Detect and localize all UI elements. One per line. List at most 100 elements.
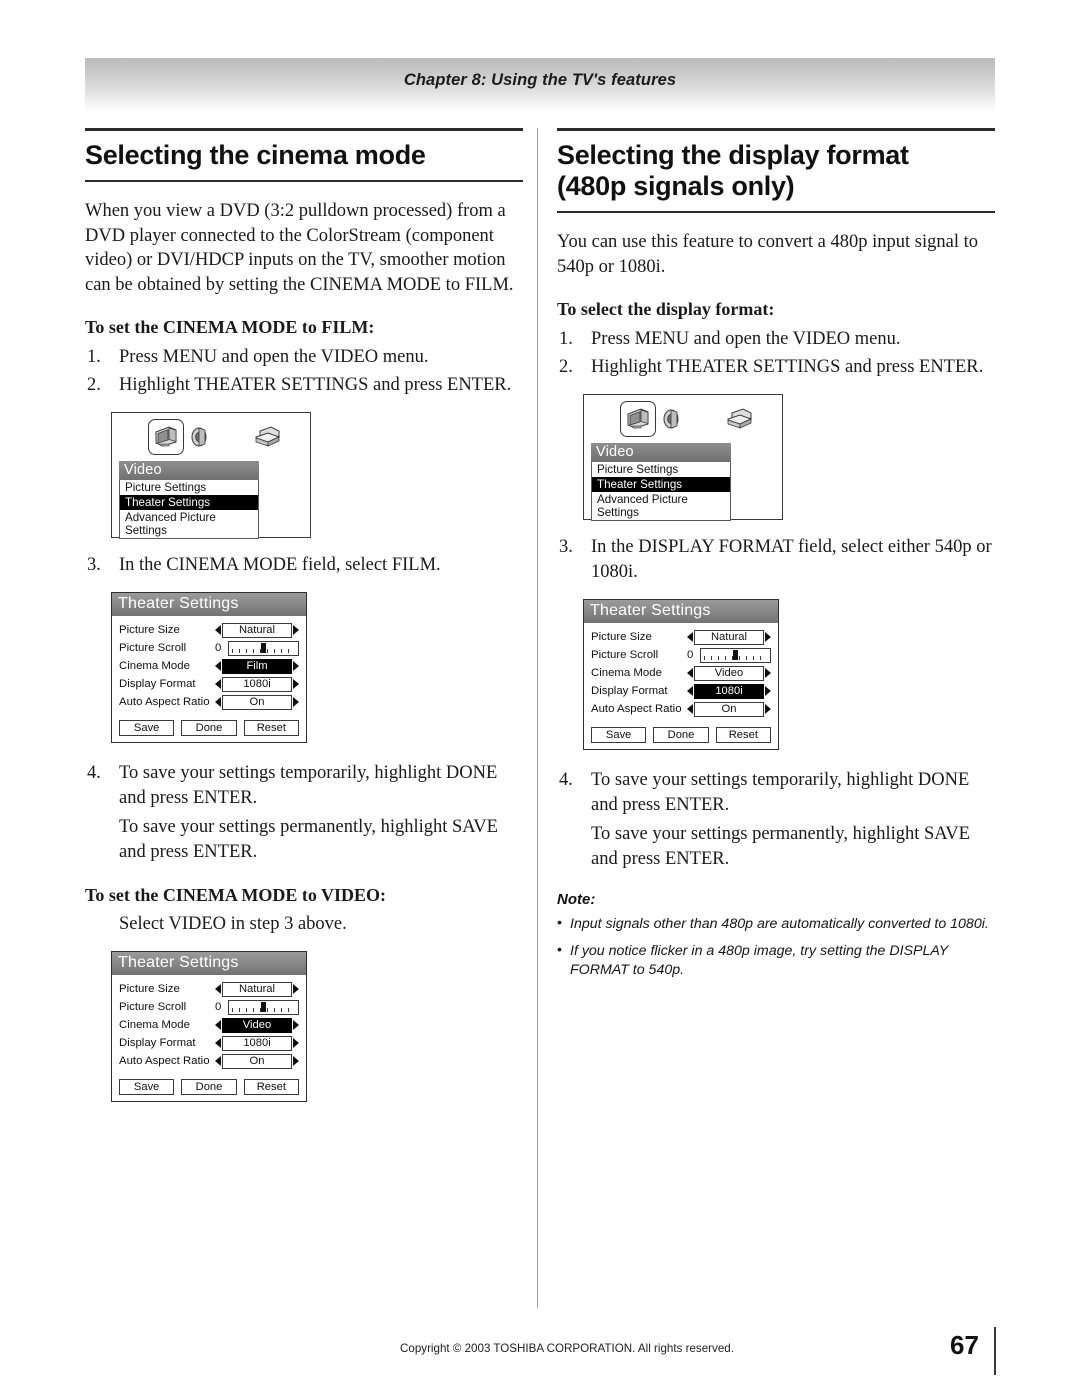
row-label: Auto Aspect Ratio — [591, 702, 682, 715]
osd-menu-list: Video Picture Settings Theater Settings … — [119, 461, 259, 539]
chevron-right-icon[interactable] — [293, 1056, 299, 1067]
right-step-3: 3. In the DISPLAY FORMAT field, select e… — [557, 535, 995, 585]
chevron-right-icon[interactable] — [765, 686, 771, 697]
section-rule-bottom-right — [557, 211, 995, 213]
picture-scroll-slider[interactable] — [228, 1000, 299, 1015]
picture-scroll-slider[interactable] — [700, 648, 771, 663]
speaker-icon[interactable] — [184, 419, 218, 455]
menu-item-picture-settings[interactable]: Picture Settings — [119, 480, 259, 495]
chevron-right-icon[interactable] — [293, 661, 299, 672]
chevron-left-icon[interactable] — [687, 704, 693, 715]
page-title-right-line1: Selecting the display format — [557, 140, 909, 170]
reset-button[interactable]: Reset — [715, 727, 771, 743]
row-picture-size: Picture Size Natural — [119, 622, 299, 639]
chevron-left-icon[interactable] — [215, 984, 221, 995]
chevron-right-icon[interactable] — [293, 625, 299, 636]
note-heading: Note: — [557, 891, 596, 908]
tv-icon[interactable] — [148, 419, 184, 455]
left-step-3: 3. In the CINEMA MODE field, select FILM… — [85, 553, 523, 578]
right-step-4-continued: To save your settings permanently, highl… — [591, 824, 970, 869]
menu-item-advanced-picture-settings[interactable]: Advanced Picture Settings — [119, 510, 259, 539]
save-button[interactable]: Save — [591, 727, 647, 743]
setup-icon[interactable] — [250, 421, 284, 455]
setup-icon[interactable] — [722, 403, 756, 437]
list-item: Input signals other than 480p are automa… — [557, 914, 995, 935]
row-label: Picture Size — [119, 982, 180, 995]
chevron-left-icon[interactable] — [215, 1056, 221, 1067]
row-value[interactable]: On — [694, 702, 764, 717]
step-text: To save your settings temporarily, highl… — [591, 770, 970, 815]
row-value[interactable]: On — [222, 695, 292, 710]
row-value: 0 — [215, 1001, 222, 1014]
step-text: In the CINEMA MODE field, select FILM. — [119, 555, 441, 575]
right-column: Selecting the display format (480p signal… — [557, 128, 995, 981]
step-number: 1. — [87, 347, 101, 367]
tv-icon[interactable] — [620, 401, 656, 437]
chevron-left-icon[interactable] — [215, 625, 221, 636]
row-picture-scroll: Picture Scroll 0 — [119, 640, 299, 657]
done-button[interactable]: Done — [181, 1079, 237, 1095]
row-label: Display Format — [119, 677, 196, 690]
menu-item-theater-settings[interactable]: Theater Settings — [591, 477, 731, 492]
speaker-icon[interactable] — [656, 401, 690, 437]
row-value[interactable]: Natural — [222, 623, 292, 638]
row-label: Cinema Mode — [119, 659, 190, 672]
list-item: 1. Press MENU and open the VIDEO menu. — [85, 345, 523, 370]
step-text: To save your settings temporarily, highl… — [119, 763, 498, 808]
row-picture-size: Picture Size Natural — [591, 629, 771, 646]
row-value[interactable]: Natural — [222, 982, 292, 997]
chevron-right-icon[interactable] — [293, 1020, 299, 1031]
reset-button[interactable]: Reset — [243, 1079, 299, 1095]
chevron-right-icon[interactable] — [293, 1038, 299, 1049]
row-value[interactable]: Video — [222, 1018, 292, 1033]
save-button[interactable]: Save — [119, 1079, 175, 1095]
row-value[interactable]: Video — [694, 666, 764, 681]
page-title-left: Selecting the cinema mode — [85, 140, 426, 170]
chapter-header-bar: Chapter 8: Using the TV's features — [85, 58, 995, 110]
save-button[interactable]: Save — [119, 720, 175, 736]
right-step-4: 4. To save your settings temporarily, hi… — [557, 768, 995, 818]
row-picture-size: Picture Size Natural — [119, 981, 299, 998]
done-button[interactable]: Done — [653, 727, 709, 743]
chevron-right-icon[interactable] — [765, 632, 771, 643]
reset-button[interactable]: Reset — [243, 720, 299, 736]
chevron-right-icon[interactable] — [293, 697, 299, 708]
row-cinema-mode: Cinema Mode Video — [119, 1017, 299, 1034]
row-value[interactable]: Natural — [694, 630, 764, 645]
note-list: Input signals other than 480p are automa… — [557, 914, 995, 981]
row-value[interactable]: 1080i — [694, 684, 764, 699]
done-button[interactable]: Done — [181, 720, 237, 736]
row-value[interactable]: 1080i — [222, 677, 292, 692]
left-subheading-video: To set the CINEMA MODE to VIDEO: — [85, 885, 387, 905]
chevron-left-icon[interactable] — [215, 697, 221, 708]
chevron-left-icon[interactable] — [687, 686, 693, 697]
list-item: 1. Press MENU and open the VIDEO menu. — [557, 327, 995, 352]
chevron-right-icon[interactable] — [293, 984, 299, 995]
row-value[interactable]: 1080i — [222, 1036, 292, 1051]
section-rule-top-right — [557, 128, 995, 131]
picture-scroll-slider[interactable] — [228, 641, 299, 656]
step-text: Highlight THEATER SETTINGS and press ENT… — [591, 357, 984, 377]
chevron-right-icon[interactable] — [765, 704, 771, 715]
row-label: Picture Scroll — [591, 648, 659, 661]
menu-item-advanced-picture-settings[interactable]: Advanced Picture Settings — [591, 492, 731, 521]
row-value[interactable]: On — [222, 1054, 292, 1069]
chevron-right-icon[interactable] — [293, 679, 299, 690]
chevron-right-icon[interactable] — [765, 668, 771, 679]
list-item: 2. Highlight THEATER SETTINGS and press … — [85, 373, 523, 398]
page-number: 67 — [950, 1330, 979, 1360]
slider-handle[interactable] — [261, 1002, 266, 1012]
chevron-left-icon[interactable] — [215, 661, 221, 672]
slider-handle[interactable] — [261, 643, 266, 653]
menu-item-theater-settings[interactable]: Theater Settings — [119, 495, 259, 510]
list-item: 4. To save your settings temporarily, hi… — [85, 761, 523, 811]
row-value[interactable]: Film — [222, 659, 292, 674]
chevron-left-icon[interactable] — [687, 632, 693, 643]
slider-handle[interactable] — [733, 650, 738, 660]
chevron-left-icon[interactable] — [215, 1020, 221, 1031]
chevron-left-icon[interactable] — [215, 679, 221, 690]
chevron-left-icon[interactable] — [215, 1038, 221, 1049]
list-item: 4. To save your settings temporarily, hi… — [557, 768, 995, 818]
chevron-left-icon[interactable] — [687, 668, 693, 679]
menu-item-picture-settings[interactable]: Picture Settings — [591, 462, 731, 477]
